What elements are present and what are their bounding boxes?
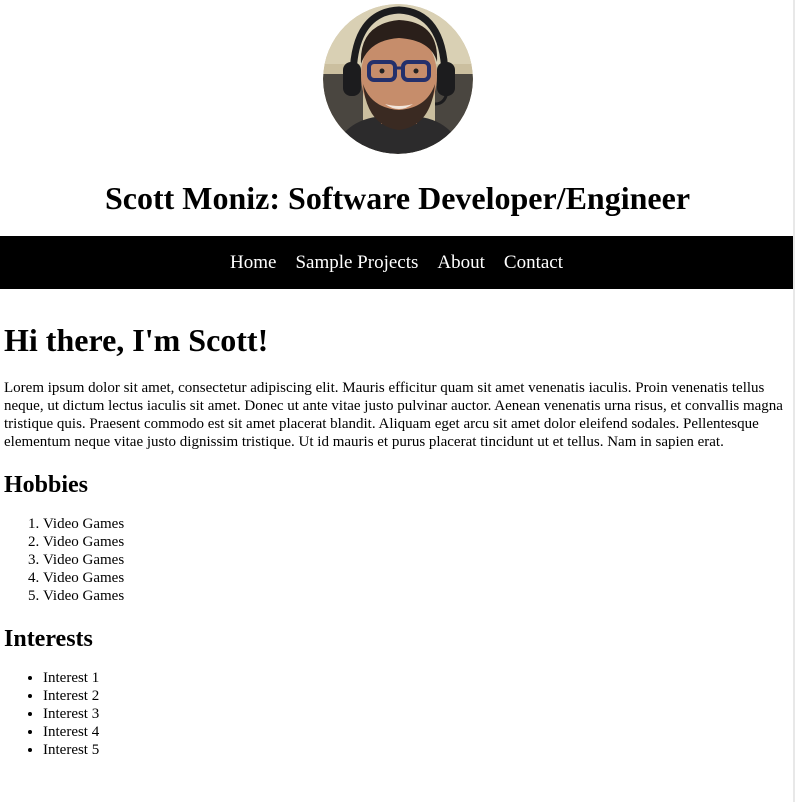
hobby-item: Video Games xyxy=(43,551,787,569)
site-header: Scott Moniz: Software Developer/Engineer xyxy=(0,0,795,218)
interest-item: Interest 1 xyxy=(43,669,787,687)
nav-link-home[interactable]: Home xyxy=(230,252,276,274)
nav-link-sample-projects[interactable]: Sample Projects xyxy=(295,252,418,274)
hobby-item: Video Games xyxy=(43,569,787,587)
avatar xyxy=(322,4,473,154)
interest-item: Interest 5 xyxy=(43,741,787,759)
main-nav: Home Sample Projects About Contact xyxy=(0,236,793,289)
interests-heading: Interests xyxy=(4,626,93,652)
interest-item: Interest 4 xyxy=(43,723,787,741)
site-title: Scott Moniz: Software Developer/Engineer xyxy=(104,180,691,216)
hobbies-list: Video Games Video Games Video Games Vide… xyxy=(4,515,787,605)
hobby-item: Video Games xyxy=(43,515,787,533)
intro-paragraph: Lorem ipsum dolor sit amet, consectetur … xyxy=(4,380,783,450)
interest-item: Interest 3 xyxy=(43,705,787,723)
interests-list: Interest 1 Interest 2 Interest 3 Interes… xyxy=(4,669,787,759)
nav-link-contact[interactable]: Contact xyxy=(504,252,563,274)
nav-link-about[interactable]: About xyxy=(437,252,485,274)
main-content: Hi there, I'm Scott! Lorem ipsum dolor s… xyxy=(0,321,791,759)
hobby-item: Video Games xyxy=(43,533,787,551)
greeting-heading: Hi there, I'm Scott! xyxy=(4,322,269,358)
interest-item: Interest 2 xyxy=(43,687,787,705)
hobby-item: Video Games xyxy=(43,587,787,605)
avatar-container xyxy=(0,0,795,154)
hobbies-heading: Hobbies xyxy=(4,472,89,498)
